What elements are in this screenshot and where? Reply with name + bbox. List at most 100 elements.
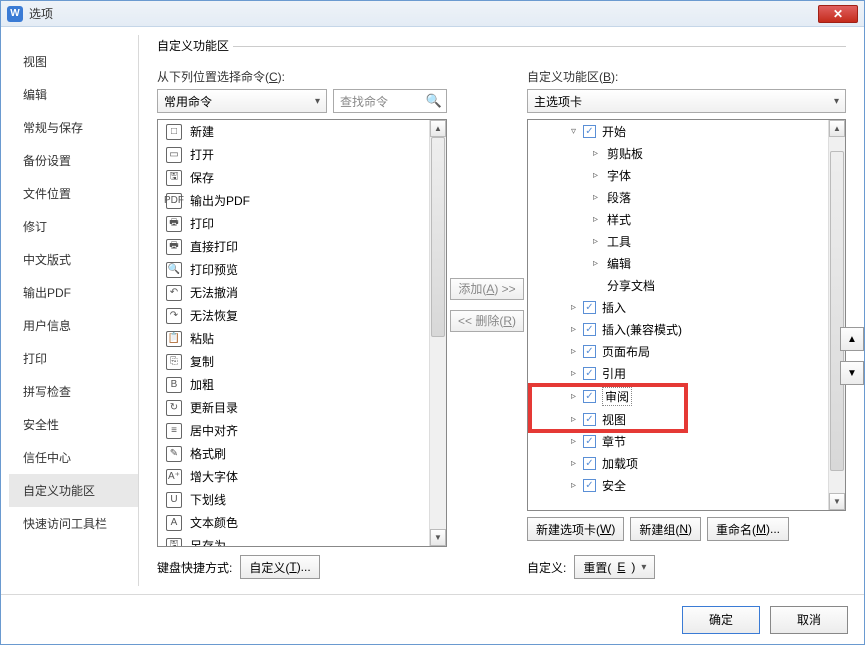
command-item[interactable]: □新建 [158,120,446,143]
sidebar-item[interactable]: 常规与保存 [9,111,138,144]
checkbox[interactable]: ✓ [583,390,596,403]
expand-icon[interactable]: ▿ [568,126,579,137]
command-item[interactable]: 🖫保存 [158,166,446,189]
command-item[interactable]: 🔍打印预览 [158,258,446,281]
expand-icon[interactable]: ▹ [568,302,579,313]
expand-icon[interactable]: ▹ [590,258,601,269]
new-tab-button[interactable]: 新建选项卡(W) [527,517,624,541]
checkbox[interactable]: ✓ [583,413,596,426]
expand-icon[interactable]: ▹ [568,324,579,335]
add-button[interactable]: 添加(A) >> [450,278,524,300]
tree-row[interactable]: ▹✓章节 [528,430,845,452]
scroll-thumb[interactable] [830,151,844,471]
scroll-up-button[interactable]: ▲ [430,120,446,137]
command-item[interactable]: B加粗 [158,373,446,396]
checkbox[interactable]: ✓ [583,301,596,314]
command-item[interactable]: ✎格式刷 [158,442,446,465]
command-item[interactable]: ▭打开 [158,143,446,166]
search-commands-input[interactable]: 查找命令 🔍 [333,89,447,113]
sidebar-item[interactable]: 备份设置 [9,144,138,177]
command-item[interactable]: 🖶打印 [158,212,446,235]
tree-row[interactable]: ▹✓引用 [528,362,845,384]
checkbox[interactable]: ✓ [583,323,596,336]
expand-icon[interactable]: ▹ [568,391,579,402]
checkbox[interactable]: ✓ [583,367,596,380]
checkbox[interactable]: ✓ [583,435,596,448]
close-button[interactable]: ✕ [818,5,858,23]
rename-button[interactable]: 重命名(M)... [707,517,789,541]
sidebar-item[interactable]: 自定义功能区 [9,474,138,507]
expand-icon[interactable] [590,280,601,291]
tree-row[interactable]: ▹剪贴板 [528,142,845,164]
checkbox[interactable]: ✓ [583,479,596,492]
scroll-up-button[interactable]: ▲ [829,120,845,137]
sidebar-item[interactable]: 编辑 [9,78,138,111]
commands-listbox[interactable]: □新建▭打开🖫保存PDF输出为PDF🖶打印🖶直接打印🔍打印预览↶无法撤消↷无法恢… [157,119,447,547]
command-item[interactable]: 🖫另存为▸ [158,534,446,547]
cancel-button[interactable]: 取消 [770,606,848,634]
expand-icon[interactable]: ▹ [590,192,601,203]
commands-category-dropdown[interactable]: 常用命令▾ [157,89,327,113]
command-item[interactable]: A⁺增大字体▸ [158,465,446,488]
new-group-button[interactable]: 新建组(N) [630,517,701,541]
command-item[interactable]: ⎘复制 [158,350,446,373]
expand-icon[interactable]: ▹ [590,236,601,247]
sidebar-item[interactable]: 安全性 [9,408,138,441]
expand-icon[interactable]: ▹ [568,414,579,425]
scroll-thumb[interactable] [431,137,445,337]
checkbox[interactable]: ✓ [583,345,596,358]
expand-icon[interactable]: ▹ [568,346,579,357]
tree-row[interactable]: ▹✓审阅 [528,384,845,408]
command-item[interactable]: ↷无法恢复 [158,304,446,327]
scrollbar[interactable]: ▲ ▼ [429,120,446,546]
command-item[interactable]: ↶无法撤消 [158,281,446,304]
sidebar-item[interactable]: 文件位置 [9,177,138,210]
command-item[interactable]: 📋粘贴 [158,327,446,350]
ok-button[interactable]: 确定 [682,606,760,634]
command-item[interactable]: A文本颜色▸ [158,511,446,534]
tree-row[interactable]: ▹✓页面布局 [528,340,845,362]
ribbon-tree[interactable]: ▿✓开始▹剪贴板▹字体▹段落▹样式▹工具▹编辑分享文档▹✓插入▹✓插入(兼容模式… [527,119,846,511]
tree-row[interactable]: ▹✓插入 [528,296,845,318]
tree-row[interactable]: ▹字体 [528,164,845,186]
command-item[interactable]: ↻更新目录 [158,396,446,419]
tree-row[interactable]: ▿✓开始 [528,120,845,142]
scroll-down-button[interactable]: ▼ [430,529,446,546]
move-up-button[interactable]: ▲ [840,327,864,351]
tree-row[interactable]: ▹✓插入(兼容模式) [528,318,845,340]
command-item[interactable]: PDF输出为PDF [158,189,446,212]
expand-icon[interactable]: ▹ [568,368,579,379]
checkbox[interactable]: ✓ [583,457,596,470]
sidebar-item[interactable]: 用户信息 [9,309,138,342]
command-item[interactable]: ≡居中对齐 [158,419,446,442]
sidebar-item[interactable]: 信任中心 [9,441,138,474]
tree-row[interactable]: ▹✓视图 [528,408,845,430]
checkbox[interactable]: ✓ [583,125,596,138]
sidebar-item[interactable]: 修订 [9,210,138,243]
tree-row[interactable]: ▹段落 [528,186,845,208]
tree-row[interactable]: 分享文档 [528,274,845,296]
ribbon-tabs-dropdown[interactable]: 主选项卡▾ [527,89,846,113]
reset-dropdown-button[interactable]: 重置(E)▾ [574,555,655,579]
sidebar-item[interactable]: 拼写检查 [9,375,138,408]
command-item[interactable]: 🖶直接打印 [158,235,446,258]
scroll-down-button[interactable]: ▼ [829,493,845,510]
tree-row[interactable]: ▹工具 [528,230,845,252]
command-item[interactable]: U下划线▸ [158,488,446,511]
tree-row[interactable]: ▹✓安全 [528,474,845,496]
expand-icon[interactable]: ▹ [590,170,601,181]
expand-icon[interactable]: ▹ [590,148,601,159]
sidebar-item[interactable]: 中文版式 [9,243,138,276]
expand-icon[interactable]: ▹ [568,458,579,469]
expand-icon[interactable]: ▹ [590,214,601,225]
sidebar-item[interactable]: 打印 [9,342,138,375]
tree-row[interactable]: ▹编辑 [528,252,845,274]
customize-shortcuts-button[interactable]: 自定义(T)... [240,555,319,579]
sidebar-item[interactable]: 快速访问工具栏 [9,507,138,540]
sidebar-item[interactable]: 输出PDF [9,276,138,309]
tree-row[interactable]: ▹✓加载项 [528,452,845,474]
remove-button[interactable]: << 删除(R) [450,310,524,332]
expand-icon[interactable]: ▹ [568,436,579,447]
move-down-button[interactable]: ▼ [840,361,864,385]
sidebar-item[interactable]: 视图 [9,45,138,78]
